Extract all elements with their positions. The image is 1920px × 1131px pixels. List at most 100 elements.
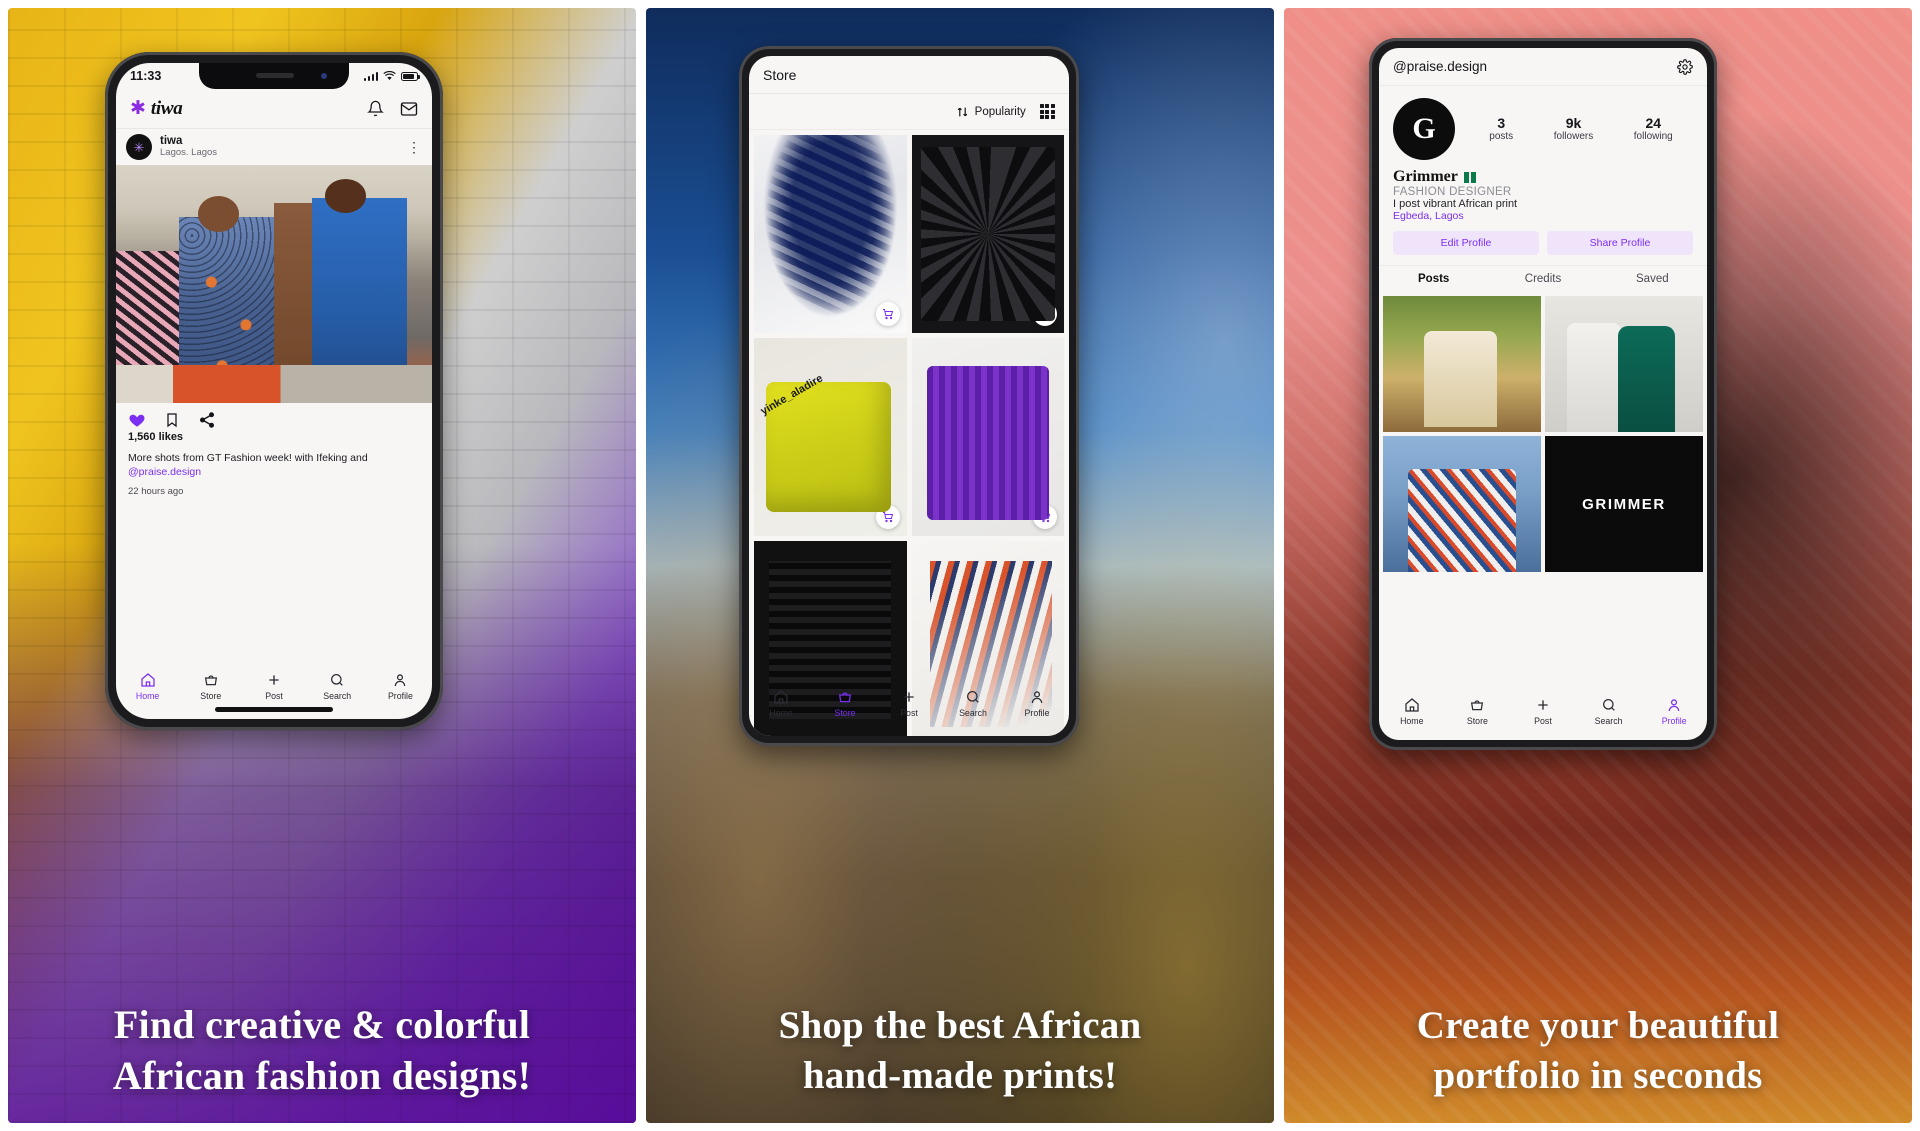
nav-item-search[interactable]: Search bbox=[306, 672, 369, 701]
gear-icon[interactable] bbox=[1677, 58, 1693, 75]
share-icon[interactable] bbox=[198, 411, 216, 429]
phone-notch bbox=[199, 63, 349, 89]
cart-icon[interactable] bbox=[1033, 505, 1057, 529]
bookmark-icon[interactable] bbox=[164, 411, 180, 429]
product-card[interactable]: yinke_aladire bbox=[754, 338, 907, 536]
stat-value: 3 bbox=[1497, 114, 1506, 131]
gallery-thumb[interactable] bbox=[1545, 296, 1703, 432]
cart-icon[interactable] bbox=[875, 505, 900, 529]
nav-item-home[interactable]: Home bbox=[116, 672, 179, 701]
post-mention[interactable]: @praise.design bbox=[128, 466, 201, 478]
app-store-screenshot-board: 11:33 ✱ tiwa ✳ tiwa Lagos. Lagos ⋮ 1,560… bbox=[0, 0, 1920, 1131]
likes-count: 1,560 likes bbox=[128, 431, 184, 443]
search-icon bbox=[1602, 699, 1615, 711]
product-watermark: yinke_aladire bbox=[758, 372, 826, 419]
nav-label: Profile bbox=[387, 691, 413, 701]
post-actions bbox=[116, 403, 432, 431]
nav-item-profile[interactable]: Profile bbox=[369, 672, 432, 701]
phone-screen-store: Store Popularity yinke_aladire Home Stor… bbox=[749, 56, 1069, 736]
caption-line-2: hand-made prints! bbox=[802, 1054, 1118, 1098]
profile-location[interactable]: Egbeda, Lagos bbox=[1393, 210, 1693, 222]
tab-credits[interactable]: Credits bbox=[1488, 266, 1597, 292]
profile-role: FASHION DESIGNER bbox=[1393, 186, 1512, 198]
nav-item-home[interactable]: Home bbox=[1379, 697, 1445, 726]
nav-item-store[interactable]: Store bbox=[813, 689, 877, 718]
front-camera bbox=[321, 73, 327, 79]
sort-button[interactable]: Popularity bbox=[956, 105, 1026, 119]
gallery-thumb[interactable]: GRIMMER bbox=[1545, 436, 1703, 572]
nav-item-profile[interactable]: Profile bbox=[1641, 697, 1707, 726]
nav-label: Post bbox=[900, 708, 918, 718]
bottom-nav: Home Store Post Search Profile bbox=[749, 689, 1069, 718]
edit-profile-button[interactable]: Edit Profile bbox=[1393, 231, 1539, 255]
avatar-letter: G bbox=[1412, 112, 1436, 145]
home-indicator bbox=[215, 707, 333, 712]
app-bar: ✱ tiwa bbox=[116, 89, 432, 129]
nav-item-post[interactable]: Post bbox=[242, 672, 305, 701]
nav-label: Store bbox=[1466, 716, 1488, 726]
nav-item-store[interactable]: Store bbox=[179, 672, 242, 701]
mail-icon[interactable] bbox=[400, 100, 418, 118]
share-profile-button[interactable]: Share Profile bbox=[1547, 231, 1693, 255]
nav-label: Store bbox=[834, 708, 856, 718]
profile-stats: 3 posts 9k followers 24 following bbox=[1469, 115, 1693, 144]
status-time: 11:33 bbox=[130, 69, 162, 83]
home-icon bbox=[774, 690, 788, 704]
signal-icon bbox=[363, 71, 378, 81]
post-caption: More shots from GT Fashion week! with If… bbox=[116, 443, 432, 480]
plus-icon bbox=[1538, 700, 1548, 710]
photo-person-2-head bbox=[324, 179, 366, 213]
stat-followers[interactable]: 9k followers bbox=[1554, 115, 1593, 144]
battery-icon bbox=[401, 71, 420, 81]
stat-posts[interactable]: 3 posts bbox=[1489, 115, 1513, 144]
asterisk-icon: ✱ bbox=[130, 98, 146, 119]
nav-label: Post bbox=[265, 691, 283, 701]
stat-label: followers bbox=[1553, 131, 1594, 143]
stat-following[interactable]: 24 following bbox=[1634, 115, 1673, 144]
avatar[interactable]: ✳ bbox=[126, 134, 152, 160]
phone-mockup-home: 11:33 ✱ tiwa ✳ tiwa Lagos. Lagos ⋮ 1,560… bbox=[105, 52, 443, 730]
product-card[interactable] bbox=[911, 135, 1064, 333]
nav-item-post[interactable]: Post bbox=[1510, 697, 1576, 726]
post-location: Lagos. Lagos bbox=[160, 147, 218, 159]
profile-display-name-row: Grimmer bbox=[1393, 168, 1693, 186]
heart-icon[interactable] bbox=[128, 411, 146, 429]
more-vertical-icon[interactable]: ⋮ bbox=[407, 139, 422, 156]
nav-item-search[interactable]: Search bbox=[1576, 697, 1642, 726]
avatar[interactable]: G bbox=[1393, 98, 1455, 160]
nav-item-home[interactable]: Home bbox=[749, 689, 813, 718]
photo-person-1-head bbox=[198, 195, 240, 232]
nav-item-store[interactable]: Store bbox=[1445, 697, 1511, 726]
gallery-thumb[interactable] bbox=[1383, 296, 1541, 432]
profile-gallery: GRIMMER bbox=[1379, 292, 1707, 576]
panel-caption: Create your beautiful portfolio in secon… bbox=[1284, 1001, 1912, 1101]
grid-view-icon[interactable] bbox=[1039, 103, 1055, 120]
product-card[interactable] bbox=[911, 338, 1064, 536]
nav-item-post[interactable]: Post bbox=[877, 689, 941, 718]
product-card[interactable] bbox=[754, 135, 907, 333]
home-icon bbox=[140, 673, 155, 687]
post-author-meta: tiwa Lagos. Lagos bbox=[160, 135, 399, 159]
nav-item-search[interactable]: Search bbox=[941, 689, 1005, 718]
cart-icon[interactable] bbox=[875, 302, 900, 326]
bell-icon[interactable] bbox=[367, 100, 384, 117]
nav-item-profile[interactable]: Profile bbox=[1005, 689, 1069, 718]
gallery-thumb[interactable] bbox=[1383, 436, 1541, 572]
post-caption-text: More shots from GT Fashion week! with If… bbox=[128, 452, 368, 464]
cart-icon[interactable] bbox=[1033, 302, 1057, 326]
nav-label: Post bbox=[1534, 716, 1552, 726]
post-timestamp: 22 hours ago bbox=[128, 485, 184, 497]
profile-header: @praise.design bbox=[1379, 48, 1707, 86]
profile-bio-text: I post vibrant African print bbox=[1393, 198, 1518, 210]
caption-line-1: Shop the best African bbox=[778, 1004, 1142, 1048]
basket-icon bbox=[1471, 700, 1484, 711]
nav-label: Store bbox=[200, 691, 222, 701]
bottom-nav: Home Store Post Search Profile bbox=[1379, 697, 1707, 726]
sort-label: Popularity bbox=[974, 105, 1026, 118]
tab-posts[interactable]: Posts bbox=[1379, 266, 1488, 292]
speaker-grille bbox=[256, 73, 294, 78]
profile-handle: @praise.design bbox=[1393, 59, 1488, 74]
tab-saved[interactable]: Saved bbox=[1598, 266, 1707, 292]
nav-label: Home bbox=[135, 691, 160, 701]
screenshot-panel-home: 11:33 ✱ tiwa ✳ tiwa Lagos. Lagos ⋮ 1,560… bbox=[8, 8, 636, 1123]
